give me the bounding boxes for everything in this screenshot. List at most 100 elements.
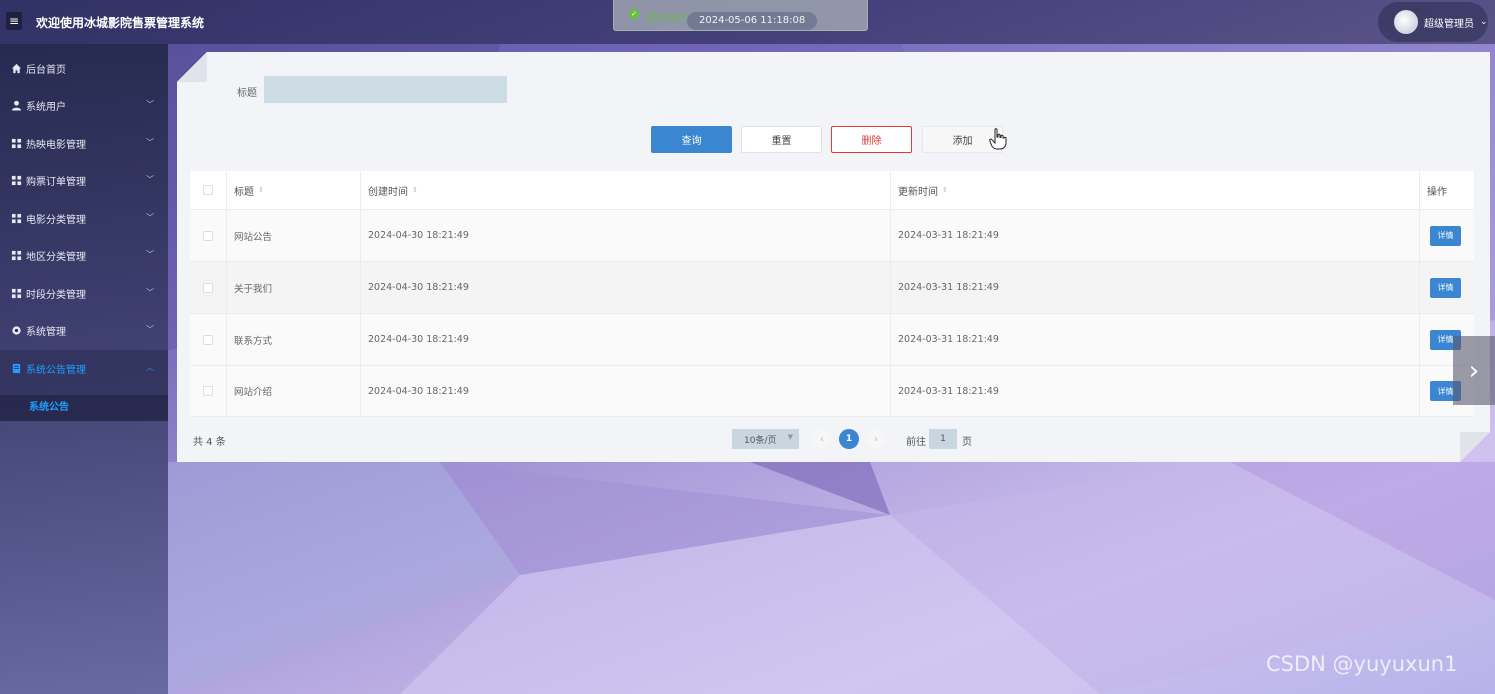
chevron-down-icon: ﹀ bbox=[146, 250, 154, 259]
sidebar-item-label: 系统公告管理 bbox=[26, 365, 86, 376]
chevron-up-icon: ︿ bbox=[146, 363, 154, 372]
sidebar-item-orders[interactable]: 购票订单管理 ﹀ bbox=[0, 162, 168, 199]
menu-icon[interactable]: ≡ bbox=[6, 12, 22, 30]
page-size-value: 10条/页 bbox=[744, 435, 777, 446]
search-label: 标题 bbox=[237, 88, 257, 99]
row-checkbox[interactable] bbox=[203, 231, 213, 241]
sidebar-item-label: 系统用户 bbox=[26, 102, 66, 113]
toast-message: 提交成功 bbox=[646, 13, 686, 24]
grid-icon bbox=[11, 138, 22, 149]
grid-icon bbox=[11, 250, 22, 261]
chevron-down-icon: ﹀ bbox=[146, 325, 154, 334]
row-select-cell bbox=[190, 262, 227, 313]
sidebar-item-timeslot-categories[interactable]: 时段分类管理 ﹀ bbox=[0, 275, 168, 312]
cell-updated: 2024-03-31 18:21:49 bbox=[891, 262, 1420, 313]
cell-title: 网站介绍 bbox=[227, 366, 361, 416]
row-checkbox[interactable] bbox=[203, 386, 213, 396]
watermark: CSDN @yuyuxun1 bbox=[1266, 652, 1458, 676]
sidebar-item-users[interactable]: 系统用户 ﹀ bbox=[0, 87, 168, 124]
select-all-cell bbox=[190, 171, 227, 209]
main-panel: 标题 查询 重置 删除 添加 标题 ⇕ 创建时间 ⇕ 更新时间 ⇕ 操作 网站公告 2… bbox=[177, 52, 1490, 462]
column-header-label: 操作 bbox=[1427, 186, 1447, 198]
goto-suffix: 页 bbox=[962, 437, 972, 448]
column-header-label: 标题 bbox=[234, 186, 254, 198]
panel-corner-fold bbox=[1460, 432, 1490, 462]
cell-updated: 2024-03-31 18:21:49 bbox=[891, 314, 1420, 365]
row-select-cell bbox=[190, 314, 227, 365]
column-header-label: 创建时间 bbox=[368, 186, 408, 198]
chevron-down-icon: ▼ bbox=[787, 433, 793, 441]
cell-title: 网站公告 bbox=[227, 210, 361, 261]
sidebar-item-label: 时段分类管理 bbox=[26, 290, 86, 301]
sidebar-item-label: 地区分类管理 bbox=[26, 252, 86, 263]
sidebar-item-movies[interactable]: 热映电影管理 ﹀ bbox=[0, 125, 168, 162]
cell-title: 关于我们 bbox=[227, 262, 361, 313]
table-row: 网站公告 2024-04-30 18:21:49 2024-03-31 18:2… bbox=[190, 210, 1474, 262]
chevron-down-icon: ﹀ bbox=[146, 213, 154, 222]
user-icon bbox=[11, 100, 22, 111]
home-icon bbox=[11, 63, 22, 74]
user-menu[interactable]: 超级管理员 ⌄ bbox=[1378, 2, 1488, 42]
column-header-updated[interactable]: 更新时间 ⇕ bbox=[891, 171, 1420, 209]
sidebar-item-label: 后台首页 bbox=[26, 65, 66, 76]
cell-created: 2024-04-30 18:21:49 bbox=[361, 262, 891, 313]
user-name[interactable]: 超级管理员 bbox=[1424, 15, 1474, 30]
success-toast: ✓ 提交成功 2024-05-06 11:18:08 bbox=[613, 0, 868, 31]
cell-created: 2024-04-30 18:21:49 bbox=[361, 366, 891, 416]
document-icon bbox=[12, 363, 21, 374]
sidebar-item-home[interactable]: 后台首页 bbox=[0, 50, 168, 87]
sidebar-item-region-categories[interactable]: 地区分类管理 ﹀ bbox=[0, 237, 168, 274]
column-header-title[interactable]: 标题 ⇕ bbox=[227, 171, 361, 209]
check-circle-icon: ✓ bbox=[629, 9, 639, 19]
detail-button[interactable]: 详情 bbox=[1430, 226, 1461, 246]
sort-icon[interactable]: ⇕ bbox=[942, 186, 948, 194]
sidebar-item-label: 购票订单管理 bbox=[26, 177, 86, 188]
carousel-next-button[interactable]: › bbox=[1453, 336, 1495, 405]
grid-icon bbox=[11, 288, 22, 299]
sort-icon[interactable]: ⇕ bbox=[412, 186, 418, 194]
sort-icon[interactable]: ⇕ bbox=[258, 186, 264, 194]
page-size-select[interactable]: 10条/页 ▼ bbox=[732, 429, 799, 449]
row-checkbox[interactable] bbox=[203, 335, 213, 345]
query-button[interactable]: 查询 bbox=[651, 126, 732, 153]
cell-updated: 2024-03-31 18:21:49 bbox=[891, 366, 1420, 416]
sidebar-item-label: 热映电影管理 bbox=[26, 140, 86, 151]
cell-created: 2024-04-30 18:21:49 bbox=[361, 314, 891, 365]
table-header-row: 标题 ⇕ 创建时间 ⇕ 更新时间 ⇕ 操作 bbox=[190, 171, 1474, 210]
detail-button[interactable]: 详情 bbox=[1430, 278, 1461, 298]
select-all-checkbox[interactable] bbox=[203, 185, 213, 195]
reset-button[interactable]: 重置 bbox=[741, 126, 822, 153]
sidebar-item-system[interactable]: 系统管理 ﹀ bbox=[0, 312, 168, 349]
column-header-created[interactable]: 创建时间 ⇕ bbox=[361, 171, 891, 209]
prev-page-button[interactable]: ‹ bbox=[813, 430, 831, 448]
total-count: 共 4 条 bbox=[193, 437, 226, 448]
chevron-down-icon[interactable]: ⌄ bbox=[1480, 17, 1488, 27]
cell-actions: 详情 bbox=[1420, 210, 1474, 261]
goto-label: 前往 bbox=[906, 437, 926, 448]
sidebar-item-label: 电影分类管理 bbox=[26, 215, 86, 226]
sidebar-item-movie-categories[interactable]: 电影分类管理 ﹀ bbox=[0, 200, 168, 237]
avatar[interactable] bbox=[1394, 10, 1418, 34]
chevron-down-icon: ﹀ bbox=[146, 175, 154, 184]
column-header-actions: 操作 bbox=[1420, 171, 1474, 209]
cell-title: 联系方式 bbox=[227, 314, 361, 365]
title-search-input[interactable] bbox=[264, 76, 507, 103]
app-title: 欢迎使用冰城影院售票管理系统 bbox=[36, 16, 205, 30]
page-number-current[interactable]: 1 bbox=[839, 429, 859, 449]
announcement-table: 标题 ⇕ 创建时间 ⇕ 更新时间 ⇕ 操作 网站公告 2024-04-30 18:21… bbox=[190, 171, 1474, 417]
cell-updated: 2024-03-31 18:21:49 bbox=[891, 210, 1420, 261]
row-select-cell bbox=[190, 210, 227, 261]
gear-icon bbox=[12, 326, 21, 335]
goto-page-input[interactable] bbox=[929, 429, 957, 449]
next-page-button[interactable]: › bbox=[867, 430, 885, 448]
row-checkbox[interactable] bbox=[203, 283, 213, 293]
sidebar-subitem-announcements[interactable]: 系统公告 bbox=[0, 395, 168, 421]
sidebar-item-announcements[interactable]: 系统公告管理 ︿ bbox=[0, 350, 168, 387]
delete-button[interactable]: 删除 bbox=[831, 126, 912, 153]
chevron-down-icon: ﹀ bbox=[146, 288, 154, 297]
grid-icon bbox=[11, 213, 22, 224]
table-row: 关于我们 2024-04-30 18:21:49 2024-03-31 18:2… bbox=[190, 262, 1474, 314]
chevron-down-icon: ﹀ bbox=[146, 100, 154, 109]
column-header-label: 更新时间 bbox=[898, 186, 938, 198]
table-row: 网站介绍 2024-04-30 18:21:49 2024-03-31 18:2… bbox=[190, 366, 1474, 417]
